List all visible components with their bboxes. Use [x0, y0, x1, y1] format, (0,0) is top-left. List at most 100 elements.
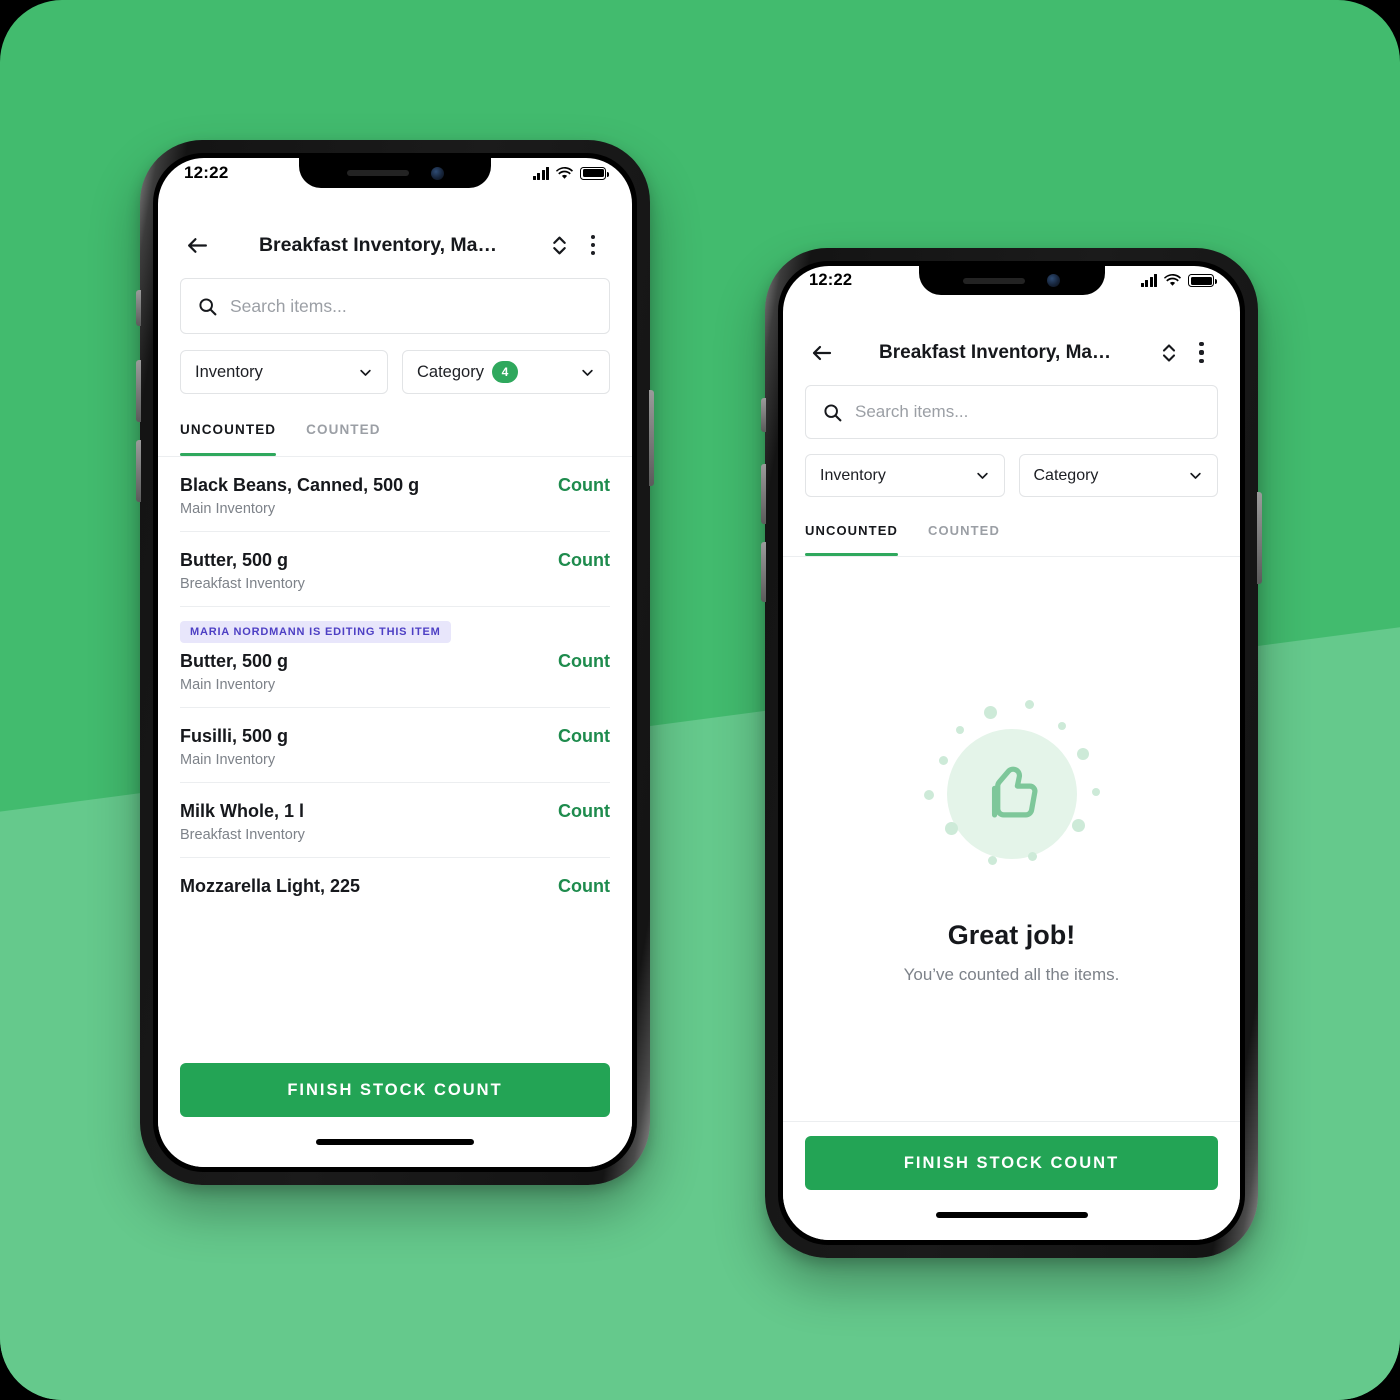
phone-mute-switch: [136, 290, 141, 326]
search-icon: [824, 403, 842, 421]
battery-full-icon: [580, 166, 609, 180]
sort-updown-icon: [1162, 343, 1175, 362]
item-title: Butter, 500 g: [180, 651, 289, 671]
sparkle-dot: [1091, 787, 1100, 796]
phone-device-right: 12:22 Breakfast Inventory, Ma… Search it…: [761, 248, 1262, 1258]
earpiece-speaker-icon: [346, 170, 409, 176]
chevron-down-icon: [360, 369, 371, 376]
app-content-left: Breakfast Inventory, Ma… Search items...…: [158, 214, 632, 1167]
app-bar: Breakfast Inventory, Ma…: [158, 214, 632, 272]
phone-volume-down-button: [136, 440, 141, 502]
table-row[interactable]: Black Beans, Canned, 500 g Main Inventor…: [158, 457, 632, 531]
phone-screen-right: 12:22 Breakfast Inventory, Ma… Search it…: [783, 266, 1240, 1240]
table-row[interactable]: Mozzarella Light, 225 Count: [158, 858, 632, 911]
wifi-icon: [1164, 274, 1181, 286]
inventory-filter-dropdown[interactable]: Inventory: [180, 350, 388, 394]
finish-stock-count-button[interactable]: FINISH STOCK COUNT: [180, 1063, 610, 1117]
search-input[interactable]: Search items...: [180, 278, 610, 334]
category-filter-dropdown[interactable]: Category: [1018, 454, 1218, 497]
chevron-down-icon: [976, 472, 988, 479]
sparkle-dot: [1027, 851, 1037, 861]
more-vertical-icon: [590, 234, 596, 239]
phone-mute-switch: [761, 398, 766, 432]
count-button[interactable]: Count: [558, 726, 610, 747]
poster-canvas: 12:22 Breakfast Inventory, Ma… Search it…: [0, 0, 1400, 1400]
item-inventory: Main Inventory: [180, 752, 276, 768]
battery-full-icon: [1188, 274, 1217, 287]
tab-uncounted[interactable]: UNCOUNTED: [805, 523, 898, 556]
item-inventory: Main Inventory: [180, 677, 276, 693]
page-title: Breakfast Inventory, Ma…: [258, 233, 498, 256]
search-input[interactable]: Search items...: [805, 385, 1218, 439]
wifi-icon: [556, 166, 573, 179]
phone-bezel: 12:22 Breakfast Inventory, Ma… Search it…: [778, 261, 1245, 1245]
phone-volume-up-button: [761, 464, 766, 524]
count-button[interactable]: Count: [558, 876, 610, 897]
arrow-left-icon: [812, 345, 831, 360]
phone-bezel: 12:22 Breakfast Inventory, Ma… Search it…: [153, 153, 637, 1172]
sort-button[interactable]: [542, 228, 576, 262]
sparkle-dot: [1076, 747, 1089, 760]
app-content-right: Breakfast Inventory, Ma… Search items...…: [783, 322, 1240, 1240]
phone-device-left: 12:22 Breakfast Inventory, Ma… Search it…: [136, 140, 654, 1185]
front-camera-icon: [430, 166, 444, 180]
count-button[interactable]: Count: [558, 651, 610, 672]
thumbs-up-icon: [991, 766, 1037, 818]
table-row[interactable]: Milk Whole, 1 l Breakfast Inventory Coun…: [158, 783, 632, 857]
more-vertical-icon: [1199, 342, 1204, 347]
finish-stock-count-button[interactable]: FINISH STOCK COUNT: [805, 1136, 1218, 1190]
phone-volume-down-button: [761, 542, 766, 602]
item-inventory: Main Inventory: [180, 501, 276, 517]
inventory-filter-dropdown[interactable]: Inventory: [805, 454, 1005, 497]
sparkle-dot: [983, 705, 997, 719]
table-row[interactable]: Butter, 500 g Breakfast Inventory Count: [158, 532, 632, 606]
sort-updown-icon: [552, 236, 566, 254]
sparkle-dot: [1071, 818, 1085, 832]
count-button[interactable]: Count: [558, 801, 610, 822]
sparkle-dot: [1057, 721, 1066, 730]
sparkle-dot: [955, 725, 964, 734]
back-button[interactable]: [805, 336, 838, 369]
sparkle-dot: [944, 821, 958, 835]
chevron-down-icon: [1190, 472, 1201, 479]
search-placeholder: Search items...: [230, 295, 347, 316]
signal-bars-icon: [532, 166, 549, 180]
item-title: Milk Whole, 1 l: [180, 801, 305, 821]
sparkle-dot: [923, 789, 934, 800]
category-filter-label: Category: [417, 362, 484, 381]
category-filter-dropdown[interactable]: Category 4: [402, 350, 610, 394]
tab-bar: UNCOUNTED COUNTED: [180, 422, 610, 456]
sparkle-dot: [987, 855, 997, 865]
item-list[interactable]: Black Beans, Canned, 500 g Main Inventor…: [158, 457, 632, 1063]
back-button[interactable]: [180, 228, 214, 262]
count-button[interactable]: Count: [558, 550, 610, 571]
filter-row: Inventory Category: [805, 454, 1218, 497]
item-title: Black Beans, Canned, 500 g: [180, 475, 420, 495]
status-clock: 12:22: [809, 271, 853, 289]
sparkle-dot: [1024, 699, 1034, 709]
tab-counted[interactable]: COUNTED: [928, 523, 1000, 556]
search-placeholder: Search items...: [855, 402, 969, 421]
more-options-button[interactable]: [1185, 336, 1218, 369]
home-indicator[interactable]: [935, 1212, 1088, 1218]
sort-button[interactable]: [1152, 336, 1185, 369]
more-options-button[interactable]: [576, 228, 610, 262]
table-row[interactable]: Butter, 500 g Main Inventory Count: [158, 643, 632, 707]
phone-power-button: [649, 390, 654, 486]
phone-volume-up-button: [136, 360, 141, 422]
status-clock: 12:22: [184, 163, 229, 182]
item-title: Mozzarella Light, 225: [180, 876, 361, 896]
row-divider: [180, 606, 610, 607]
chevron-down-icon: [582, 369, 593, 376]
bottom-action-bar: FINISH STOCK COUNT: [158, 1063, 632, 1167]
page-title: Breakfast Inventory, Ma…: [879, 341, 1111, 363]
tab-counted[interactable]: COUNTED: [306, 422, 380, 456]
inventory-filter-label: Inventory: [820, 466, 886, 484]
count-button[interactable]: Count: [558, 475, 610, 496]
search-icon: [199, 297, 217, 315]
phone-power-button: [1257, 492, 1262, 584]
table-row[interactable]: Fusilli, 500 g Main Inventory Count: [158, 708, 632, 782]
home-indicator[interactable]: [316, 1139, 474, 1145]
phone-screen-left: 12:22 Breakfast Inventory, Ma… Search it…: [158, 158, 632, 1167]
tab-uncounted[interactable]: UNCOUNTED: [180, 422, 277, 456]
